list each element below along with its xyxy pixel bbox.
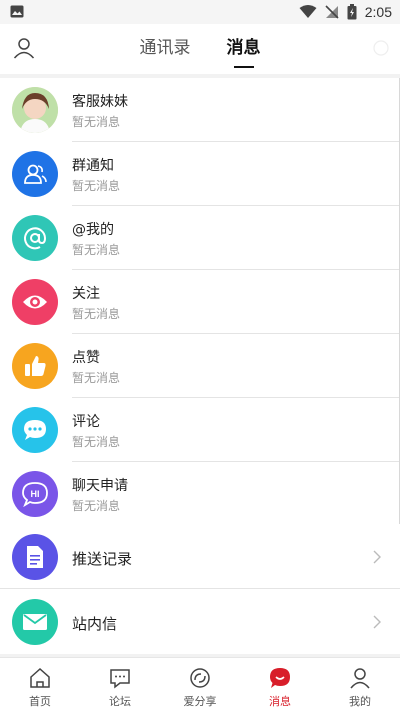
home-icon [30,667,50,688]
message-item-comments[interactable]: 评论 暂无消息 [0,398,400,462]
item-subtitle: 暂无消息 [72,307,121,321]
status-bar: 2:05 [0,0,400,24]
no-signal-icon [325,5,339,19]
message-item-likes[interactable]: 点赞 暂无消息 [0,334,400,398]
message-icon [270,668,290,688]
item-title: 关注 [72,286,100,302]
item-title: @我的 [72,222,114,238]
battery-charging-icon [347,4,357,20]
share-icon [190,668,210,688]
tab-label: 爱分享 [183,695,217,708]
push-records-item[interactable]: 推送记录 [0,524,400,589]
item-title: 聊天申请 [72,478,128,494]
tab-home[interactable]: 首页 [0,658,80,711]
header-tabs: 通讯录 消息 [0,24,400,74]
thumbs-up-icon [12,343,58,389]
bottom-tab-bar: 首页 论坛 爱分享 消息 我的 [0,657,400,711]
tab-label: 我的 [349,695,371,708]
status-time: 2:05 [364,4,392,20]
item-title: 评论 [72,414,100,430]
tab-messages-bottom[interactable]: 消息 [240,658,320,711]
item-title: 群通知 [72,158,114,174]
wifi-icon [299,5,317,18]
message-item-group-notice[interactable]: 群通知 暂无消息 [0,142,400,206]
message-item-mentions[interactable]: @我的 暂无消息 [0,206,400,270]
forum-icon [110,669,130,689]
mail-icon [12,599,58,645]
group-icon [12,151,58,197]
site-mail-item[interactable]: 站内信 [0,589,400,654]
document-icon [12,534,58,580]
item-subtitle: 暂无消息 [72,371,121,385]
svg-text:HI: HI [31,489,40,499]
tab-contacts[interactable]: 通讯录 [140,24,191,74]
service-girl-avatar [12,87,58,133]
chevron-right-icon [373,615,381,629]
tab-share[interactable]: 爱分享 [160,658,240,711]
item-subtitle: 暂无消息 [72,243,121,257]
tab-messages[interactable]: 消息 [227,24,261,74]
comment-icon [12,407,58,453]
chevron-right-icon [373,550,381,564]
image-notification-icon [10,5,24,18]
message-item-customer-service[interactable]: 客服妹妹 暂无消息 [0,78,400,142]
tab-forum[interactable]: 论坛 [80,658,160,711]
tab-label: 首页 [29,695,51,708]
profile-icon [350,668,370,689]
clear-messages-icon[interactable] [372,39,390,57]
item-subtitle: 暂无消息 [72,179,121,193]
message-item-follow[interactable]: 关注 暂无消息 [0,270,400,334]
item-title: 推送记录 [72,550,133,568]
link-list: 推送记录 站内信 [0,524,400,654]
tab-profile[interactable]: 我的 [320,658,400,711]
hi-chat-icon: HI [12,471,58,517]
item-subtitle: 暂无消息 [72,435,121,449]
item-subtitle: 暂无消息 [72,115,121,129]
item-title: 站内信 [72,615,118,633]
item-subtitle: 暂无消息 [72,499,121,513]
top-header: 通讯录 消息 [0,24,400,74]
message-item-chat-requests[interactable]: HI 聊天申请 暂无消息 [0,462,400,526]
message-list: 客服妹妹 暂无消息 群通知 暂无消息 @我的 暂无消息 关注 暂无消息 点赞 暂… [0,78,400,526]
at-icon [12,215,58,261]
eye-icon [12,279,58,325]
tab-label: 消息 [269,695,291,708]
item-title: 点赞 [72,350,100,366]
item-title: 客服妹妹 [72,94,128,110]
tab-label: 论坛 [109,695,131,708]
